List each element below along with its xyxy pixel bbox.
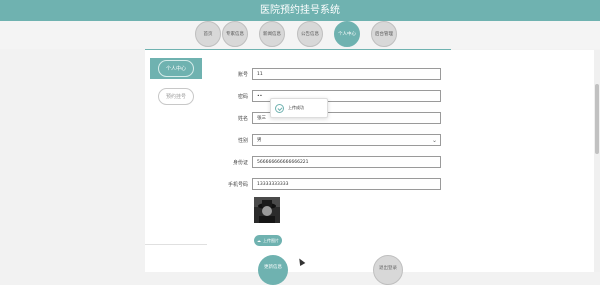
- chevron-down-icon: ⌄: [431, 137, 437, 144]
- nav-label: 专家信息: [226, 32, 244, 37]
- scrollbar-thumb[interactable]: [595, 84, 599, 154]
- upload-icon: ☁: [257, 238, 261, 243]
- check-circle-icon: [275, 103, 284, 113]
- nav-label: 公告信息: [301, 32, 319, 37]
- nav-label: 后台管理: [375, 32, 393, 37]
- gender-select[interactable]: 男 ⌄: [252, 134, 441, 146]
- id-card-value: 566666666666666221: [257, 160, 309, 165]
- nav-label: 个人中心: [338, 32, 356, 37]
- phone-label: 手机号码: [227, 182, 248, 188]
- password-label: 密码: [237, 94, 248, 100]
- app-title: 医院预约挂号系统: [260, 5, 340, 16]
- logout-button[interactable]: 退出登录: [373, 255, 403, 285]
- nav-item-profile[interactable]: 个人中心: [334, 21, 360, 47]
- gender-value: 男: [257, 138, 262, 143]
- nav-item-news[interactable]: 新闻信息: [259, 21, 285, 47]
- avatar: [254, 197, 280, 223]
- update-info-button[interactable]: 更新信息: [258, 255, 288, 285]
- phone-field[interactable]: 13333333333: [252, 178, 441, 190]
- password-value: ••: [257, 94, 263, 99]
- nav-item-home[interactable]: 首页: [195, 21, 221, 47]
- gender-label: 性别: [237, 138, 248, 144]
- id-card-field[interactable]: 566666666666666221: [252, 156, 441, 168]
- account-field[interactable]: 11: [252, 68, 441, 80]
- name-value: 张三: [257, 116, 266, 121]
- phone-value: 13333333333: [257, 182, 289, 187]
- app-header: 医院预约挂号系统: [0, 0, 600, 21]
- nav-label: 新闻信息: [263, 32, 281, 37]
- toast-text: 上传成功: [288, 105, 304, 110]
- account-label: 账号: [237, 72, 248, 78]
- account-value: 11: [257, 72, 263, 77]
- nav-item-experts[interactable]: 专家信息: [222, 21, 248, 47]
- upload-label: 上传图片: [263, 237, 279, 243]
- update-label: 更新信息: [264, 265, 282, 270]
- nav-label: 首页: [203, 32, 213, 37]
- avatar-image: [254, 197, 280, 223]
- sidebar-divider: [145, 244, 207, 245]
- name-label: 姓名: [237, 116, 248, 122]
- nav-item-announcements[interactable]: 公告信息: [297, 21, 323, 47]
- id-card-label: 身份证: [232, 160, 248, 166]
- success-toast: 上传成功: [270, 98, 328, 118]
- top-nav: 首页 专家信息 新闻信息 公告信息 个人中心 后台管理: [0, 21, 600, 49]
- nav-item-admin[interactable]: 后台管理: [371, 21, 397, 47]
- upload-image-button[interactable]: ☁ 上传图片: [254, 235, 282, 246]
- logout-label: 退出登录: [379, 266, 397, 271]
